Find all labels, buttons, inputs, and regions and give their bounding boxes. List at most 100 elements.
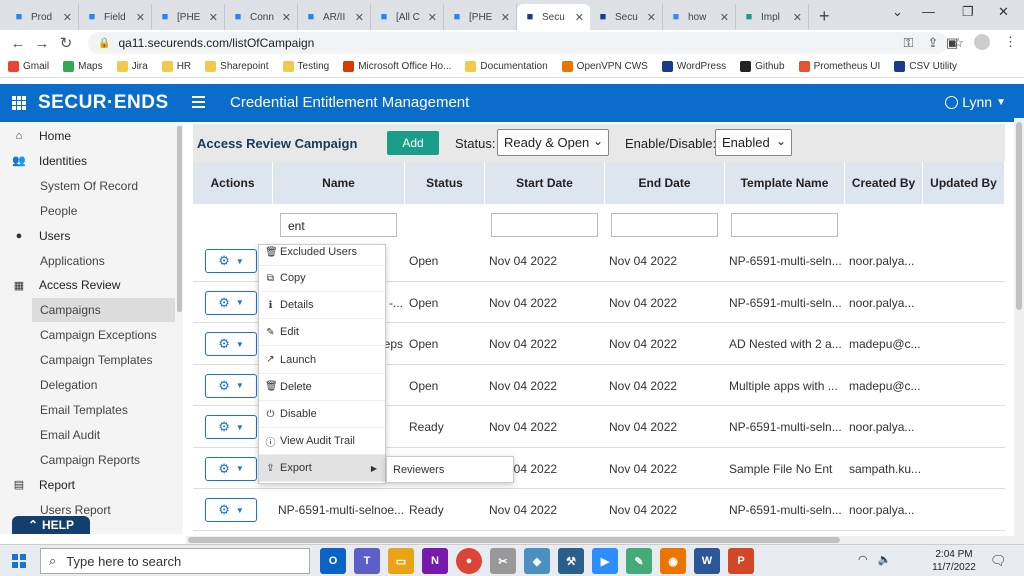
row-actions-button[interactable]: ⚙ ▼ [205, 498, 257, 522]
chevron-down-icon[interactable]: ⌄ [892, 4, 903, 20]
back-icon[interactable]: ← [6, 35, 30, 52]
row-actions-button[interactable]: ⚙ ▼ [205, 456, 257, 481]
row-actions-button[interactable]: ⚙ ▼ [205, 373, 257, 398]
sidebar-item-campaign-reports[interactable]: Campaign Reports [0, 448, 183, 472]
help-button[interactable]: ⌃ HELP [12, 516, 90, 534]
word-icon[interactable]: W [694, 548, 720, 574]
browser-tab[interactable]: ■ [All C ✕ [371, 4, 444, 30]
column-header[interactable]: Start Date [485, 162, 605, 204]
browser-tab[interactable]: ■ Prod ✕ [6, 4, 79, 30]
close-icon[interactable]: ✕ [136, 11, 145, 24]
sidebar-item-email-audit[interactable]: Email Audit [0, 423, 183, 447]
bookmark-item[interactable]: WordPress [661, 61, 726, 72]
close-icon[interactable]: ✕ [720, 11, 729, 24]
user-menu[interactable]: Lynn ▼ [945, 94, 1006, 110]
reload-icon[interactable]: ↻ [54, 34, 78, 52]
status-select[interactable]: Ready & Open ⌄ [497, 129, 609, 156]
bookmark-item[interactable]: Gmail [8, 61, 49, 72]
profile-avatar[interactable] [974, 34, 990, 50]
minimize-icon[interactable]: — [922, 4, 935, 19]
app-icon[interactable]: ◆ [524, 548, 550, 574]
close-icon[interactable]: ✕ [355, 11, 364, 24]
apps-grid-icon[interactable] [12, 96, 26, 110]
bookmark-item[interactable]: Prometheus UI [798, 61, 880, 72]
menu-item-excluded-users[interactable]: 🗑 Excluded Users [259, 239, 385, 266]
sidebar-item-users[interactable]: ● Users [0, 224, 183, 248]
windows-start-icon[interactable] [12, 554, 26, 568]
menu-item-delete[interactable]: 🗑 Delete [259, 374, 385, 401]
wifi-icon[interactable]: ◠ [858, 553, 868, 566]
page-scrollbar[interactable] [1014, 118, 1024, 538]
browser-tab[interactable]: ■ Impl ✕ [736, 4, 809, 30]
column-header[interactable]: Template Name [725, 162, 845, 204]
tools-icon[interactable]: ⚒ [558, 548, 584, 574]
name-filter-input[interactable]: ent [280, 213, 397, 237]
zoom-icon[interactable]: ▶ [592, 548, 618, 574]
menu-dots-icon[interactable]: ⋮ [1004, 34, 1017, 50]
column-header[interactable]: Actions [193, 162, 273, 204]
share-icon[interactable]: ⇪ [927, 35, 938, 51]
file-explorer-icon[interactable]: ▭ [388, 548, 414, 574]
sidebar-scrollbar[interactable] [177, 126, 182, 312]
sidebar-item-people[interactable]: People [0, 199, 183, 223]
bookmark-item[interactable]: Testing [282, 61, 329, 72]
chrome-icon[interactable]: ● [456, 548, 482, 574]
column-header[interactable]: Created By [845, 162, 923, 204]
notification-icon[interactable]: 🗨 [990, 553, 1007, 569]
browser-tab[interactable]: ■ AR/II ✕ [298, 4, 371, 30]
close-icon[interactable]: ✕ [209, 11, 218, 24]
menu-item-details[interactable]: ℹ Details [259, 292, 385, 320]
browser-tab[interactable]: ■ Field ✕ [79, 4, 152, 30]
bookmark-item[interactable]: Github [740, 61, 785, 72]
menu-item-edit[interactable]: ✎ Edit [259, 319, 385, 347]
onenote-icon[interactable]: N [422, 548, 448, 574]
forward-icon[interactable]: → [30, 35, 54, 52]
column-header[interactable]: Status [405, 162, 485, 204]
close-icon[interactable]: ✕ [501, 11, 510, 24]
enable-select[interactable]: Enabled ⌄ [715, 129, 792, 156]
menu-item-copy[interactable]: ⧉ Copy [259, 265, 385, 292]
add-button[interactable]: Add [387, 131, 439, 155]
row-actions-button[interactable]: ⚙ ▼ [205, 249, 257, 273]
sidebar-item-system-of-record[interactable]: System Of Record [0, 174, 183, 198]
sidebar-item-delegation[interactable]: Delegation [0, 373, 183, 397]
bookmark-item[interactable]: Maps [63, 61, 103, 72]
restore-icon[interactable]: ❐ [962, 4, 974, 20]
column-header[interactable]: End Date [605, 162, 725, 204]
bookmark-item[interactable]: Jira [116, 61, 148, 72]
sidebar-item-applications[interactable]: Applications [0, 249, 183, 273]
bookmark-item[interactable]: CSV Utility [894, 61, 957, 72]
powerpoint-icon[interactable]: P [728, 548, 754, 574]
browser-tab[interactable]: ■ [PHE ✕ [444, 4, 517, 30]
browser-tab[interactable]: ■ Secu ✕ [590, 4, 663, 30]
taskbar-clock[interactable]: 2:04 PM 11/7/2022 [930, 548, 978, 574]
browser-tab[interactable]: ■ Conn ✕ [225, 4, 298, 30]
menu-item-export[interactable]: ⇪ Export ▶ [259, 455, 385, 483]
horizontal-scrollbar[interactable] [186, 536, 1024, 544]
bookmark-item[interactable]: Microsoft Office Ho... [343, 61, 451, 72]
sidebar-item-email-templates[interactable]: Email Templates [0, 398, 183, 422]
row-actions-button[interactable]: ⚙ ▼ [205, 415, 257, 439]
browser-tab[interactable]: ■ [PHE ✕ [152, 4, 225, 30]
bookmark-item[interactable]: OpenVPN CWS [561, 61, 648, 72]
bookmark-item[interactable]: HR [161, 61, 191, 72]
sidebar-item-access-review[interactable]: ▦ Access Review [0, 273, 183, 297]
new-tab-button[interactable]: + [809, 4, 840, 30]
sidebar-item-campaign-exceptions[interactable]: Campaign Exceptions [0, 323, 183, 347]
column-header[interactable]: Updated By [923, 162, 1005, 204]
close-icon[interactable]: ✕ [282, 11, 291, 24]
template-filter-input[interactable] [731, 213, 838, 237]
notepad-icon[interactable]: ✎ [626, 548, 652, 574]
start-date-filter-input[interactable] [491, 213, 598, 237]
close-icon[interactable]: ✕ [998, 4, 1009, 20]
sidebar-item-identities[interactable]: 👥 Identities [0, 149, 183, 173]
menu-item-disable[interactable]: ⏻ Disable [259, 401, 385, 428]
taskbar-search[interactable]: ⌕ Type here to search [40, 548, 310, 574]
browser-tab[interactable]: ■ how ✕ [663, 4, 736, 30]
close-icon[interactable]: ✕ [575, 11, 584, 24]
column-header[interactable]: Name [273, 162, 405, 204]
teams-icon[interactable]: T [354, 548, 380, 574]
outlook-icon[interactable]: O [320, 548, 346, 574]
key-icon[interactable]: ⚿ [904, 35, 914, 51]
browser-tab[interactable]: ■ Secu ✕ [517, 4, 590, 30]
